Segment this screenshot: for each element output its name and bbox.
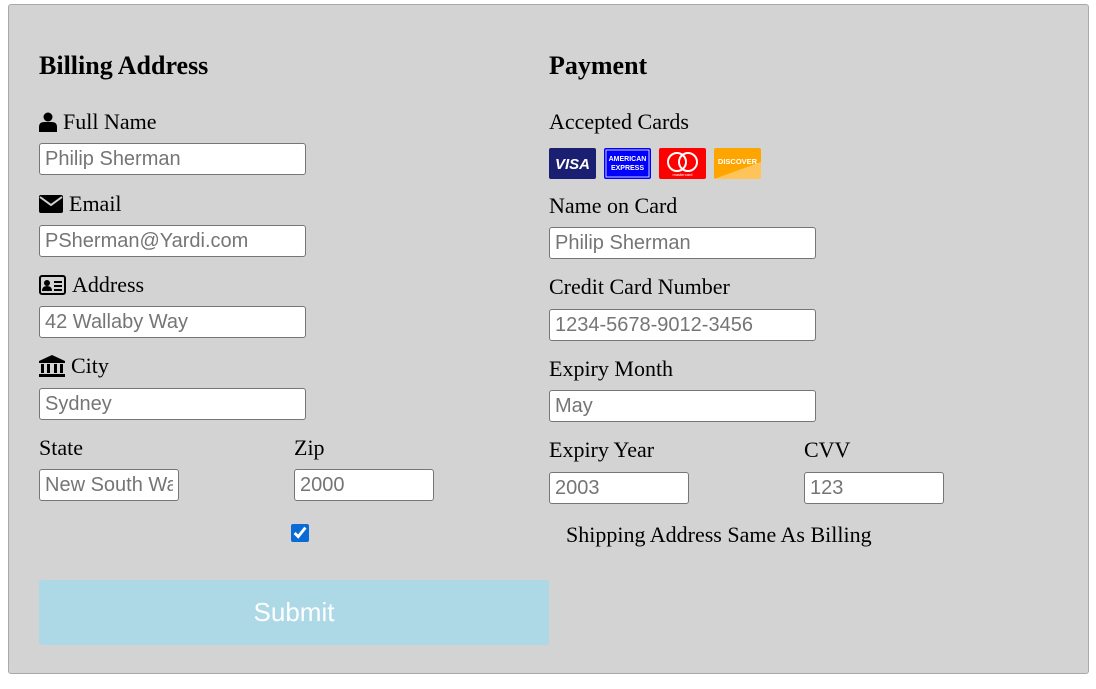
address-label-text: Address	[72, 272, 145, 297]
visa-card-icon: VISA	[549, 148, 596, 179]
expiry-month-label: Expiry Month	[549, 356, 674, 381]
mastercard-card-icon: mastercard	[659, 148, 706, 179]
email-label: Email	[39, 191, 122, 217]
cvv-label: CVV	[804, 437, 851, 462]
address-input[interactable]	[39, 306, 306, 338]
svg-text:AMERICAN: AMERICAN	[609, 156, 647, 163]
expiry-year-label: Expiry Year	[549, 437, 655, 462]
full-name-input[interactable]	[39, 143, 306, 175]
city-label: City	[39, 353, 109, 379]
submit-button[interactable]: Submit	[39, 580, 549, 645]
institution-icon	[39, 355, 65, 377]
svg-text:DISCOVER: DISCOVER	[718, 157, 758, 166]
shipping-same-checkbox[interactable]	[291, 524, 309, 542]
billing-heading: Billing Address	[39, 51, 209, 80]
payment-heading: Payment	[549, 51, 648, 80]
name-on-card-label: Name on Card	[549, 193, 678, 218]
shipping-same-label: Shipping Address Same As Billing	[566, 522, 872, 547]
cvv-input[interactable]	[804, 472, 944, 504]
checkout-form: Billing Address Full Name Email Address	[8, 4, 1089, 674]
email-label-text: Email	[69, 191, 122, 216]
discover-card-icon: DISCOVER	[714, 148, 761, 179]
card-number-input[interactable]	[549, 309, 816, 341]
svg-text:EXPRESS: EXPRESS	[611, 165, 644, 172]
accepted-cards-label: Accepted Cards	[549, 109, 689, 134]
state-input[interactable]	[39, 469, 179, 501]
envelope-icon	[39, 195, 63, 213]
user-icon	[39, 112, 57, 132]
name-on-card-input[interactable]	[549, 227, 816, 259]
address-card-icon	[39, 275, 66, 295]
address-label: Address	[39, 272, 144, 298]
amex-card-icon: AMERICAN EXPRESS	[604, 148, 651, 179]
zip-label: Zip	[294, 435, 325, 460]
full-name-label-text: Full Name	[63, 109, 157, 134]
expiry-year-input[interactable]	[549, 472, 689, 504]
svg-text:mastercard: mastercard	[672, 172, 692, 177]
card-number-label: Credit Card Number	[549, 274, 730, 299]
state-label: State	[39, 435, 83, 460]
zip-input[interactable]	[294, 469, 434, 501]
city-label-text: City	[71, 353, 109, 378]
expiry-month-input[interactable]	[549, 390, 816, 422]
svg-text:VISA: VISA	[555, 156, 590, 173]
email-input[interactable]	[39, 225, 306, 257]
full-name-label: Full Name	[39, 109, 157, 135]
city-input[interactable]	[39, 388, 306, 420]
